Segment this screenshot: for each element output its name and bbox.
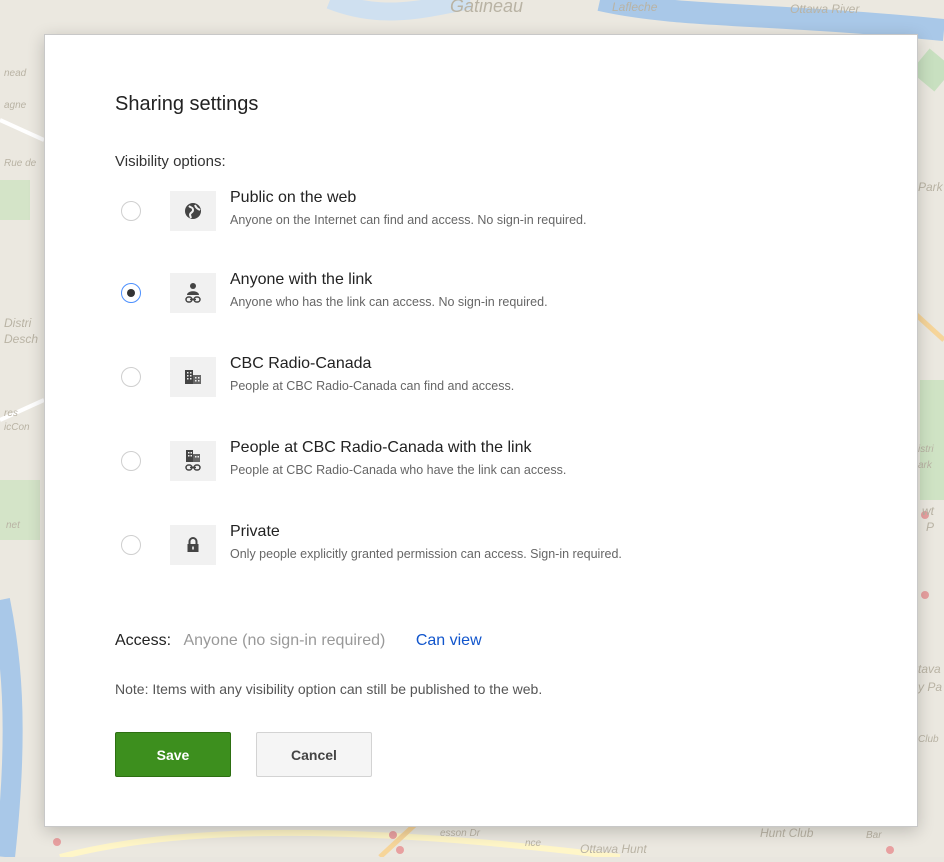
map-label: icCon xyxy=(4,422,30,433)
option-title: Public on the web xyxy=(230,189,357,206)
access-value: Anyone (no sign-in required) xyxy=(183,632,386,649)
building-link-icon xyxy=(170,441,216,481)
map-label: Park xyxy=(918,180,943,194)
option-title: People at CBC Radio-Canada with the link xyxy=(230,439,532,456)
visibility-options-label: Visibility options: xyxy=(115,153,226,170)
radio-anyone-with-link[interactable] xyxy=(121,283,141,303)
map-label: Desch xyxy=(4,332,39,346)
map-label: net xyxy=(6,520,20,531)
option-title: Anyone with the link xyxy=(230,271,373,288)
map-label: Gatineau xyxy=(450,0,524,16)
map-label: Hunt Club xyxy=(760,826,814,840)
option-cbc-radio-canada[interactable]: CBC Radio-Canada People at CBC Radio-Can… xyxy=(115,355,875,417)
map-label: agne xyxy=(4,100,27,111)
building-icon xyxy=(170,357,216,397)
option-description: Anyone who has the link can access. No s… xyxy=(230,295,548,309)
option-description: People at CBC Radio-Canada can find and … xyxy=(230,379,515,393)
map-label: Ottawa Hunt xyxy=(580,842,647,856)
map-label: Ottawa River xyxy=(790,2,860,16)
map-label: esson Dr xyxy=(440,828,481,839)
map-label: Club xyxy=(918,734,939,745)
option-public-on-web[interactable]: Public on the web Anyone on the Internet… xyxy=(115,189,875,251)
map-label: P xyxy=(926,520,935,534)
access-row: Access: Anyone (no sign-in required) Can… xyxy=(115,632,482,650)
map-label: Bar xyxy=(866,830,882,841)
person-link-icon xyxy=(170,273,216,313)
map-label: nead xyxy=(4,68,27,79)
radio-public-on-web[interactable] xyxy=(121,201,141,221)
option-private[interactable]: Private Only people explicitly granted p… xyxy=(115,523,875,585)
map-label: ark xyxy=(918,460,932,471)
sharing-settings-dialog: Sharing settings Visibility options: Pub… xyxy=(44,34,918,827)
publish-note: Note: Items with any visibility option c… xyxy=(115,681,543,697)
access-permission-link[interactable]: Can view xyxy=(416,632,482,649)
map-label: wt xyxy=(922,504,934,518)
map-label: Lafleche xyxy=(612,0,658,14)
option-description: People at CBC Radio-Canada who have the … xyxy=(230,463,567,477)
map-label: y Pa xyxy=(918,680,943,694)
map-label: Rue de xyxy=(4,158,37,169)
lock-icon xyxy=(170,525,216,565)
access-label: Access: xyxy=(115,632,172,649)
option-description: Only people explicitly granted permissio… xyxy=(230,547,622,561)
globe-icon xyxy=(170,191,216,231)
map-label: istri xyxy=(918,444,934,455)
map-label: res xyxy=(4,408,18,419)
option-title: CBC Radio-Canada xyxy=(230,355,372,372)
radio-cbc-radio-canada[interactable] xyxy=(121,367,141,387)
option-cbc-with-link[interactable]: People at CBC Radio-Canada with the link… xyxy=(115,439,875,501)
dialog-title: Sharing settings xyxy=(115,93,259,115)
map-label: Distri xyxy=(4,316,32,330)
map-label: nce xyxy=(525,838,542,849)
option-description: Anyone on the Internet can find and acce… xyxy=(230,213,587,227)
option-anyone-with-link[interactable]: Anyone with the link Anyone who has the … xyxy=(115,271,875,333)
save-button[interactable]: Save xyxy=(115,732,231,777)
radio-cbc-with-link[interactable] xyxy=(121,451,141,471)
option-title: Private xyxy=(230,523,280,540)
radio-private[interactable] xyxy=(121,535,141,555)
cancel-button[interactable]: Cancel xyxy=(256,732,372,777)
map-label: tava xyxy=(918,662,941,676)
